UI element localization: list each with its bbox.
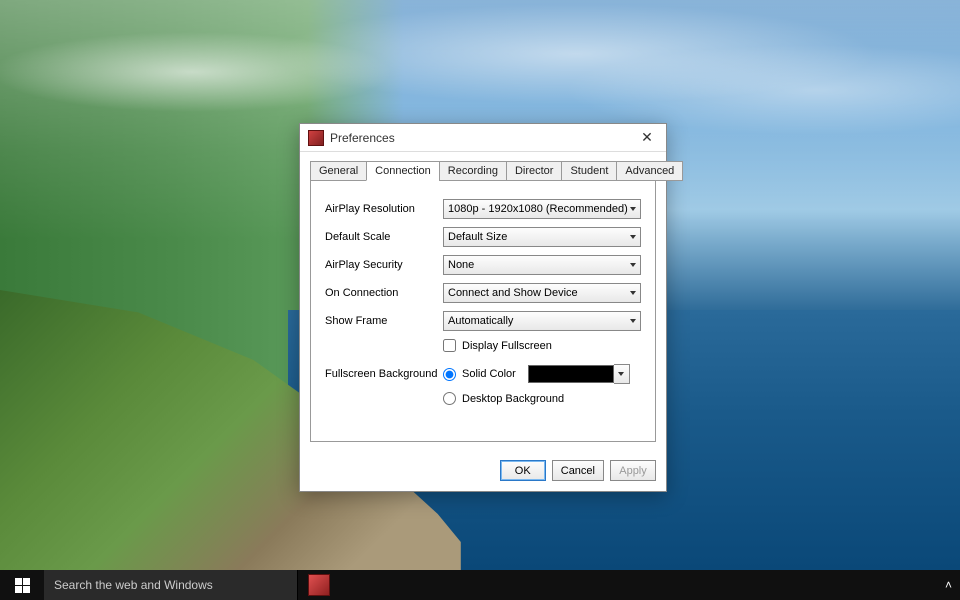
- dialog-buttons: OK Cancel Apply: [300, 452, 666, 491]
- checkbox-display-fullscreen[interactable]: Display Fullscreen: [443, 339, 641, 352]
- system-tray[interactable]: ˄: [937, 570, 960, 600]
- app-icon: [308, 130, 324, 146]
- combo-default-scale[interactable]: Default Size: [443, 227, 641, 247]
- taskbar: Search the web and Windows ˄: [0, 570, 960, 600]
- tab-student[interactable]: Student: [561, 161, 617, 181]
- label-on-connection: On Connection: [325, 287, 443, 299]
- tab-advanced[interactable]: Advanced: [616, 161, 683, 181]
- apply-button[interactable]: Apply: [610, 460, 656, 481]
- titlebar[interactable]: Preferences ✕: [300, 124, 666, 152]
- color-picker-button[interactable]: [614, 364, 630, 384]
- label-fullscreen-background: Fullscreen Background: [325, 368, 443, 380]
- label-airplay-resolution: AirPlay Resolution: [325, 203, 443, 215]
- checkbox-display-fullscreen-input[interactable]: [443, 339, 456, 352]
- app-icon: [308, 574, 330, 596]
- tab-connection[interactable]: Connection: [366, 161, 440, 181]
- tabstrip: General Connection Recording Director St…: [310, 161, 656, 181]
- tab-panel-connection: AirPlay Resolution 1080p - 1920x1080 (Re…: [310, 180, 656, 442]
- combo-show-frame[interactable]: Automatically: [443, 311, 641, 331]
- windows-logo-icon: [15, 578, 30, 593]
- start-button[interactable]: [0, 570, 44, 600]
- close-icon[interactable]: ✕: [636, 129, 658, 146]
- combo-airplay-security[interactable]: None: [443, 255, 641, 275]
- tab-general[interactable]: General: [310, 161, 367, 181]
- radio-solid-color-input[interactable]: [443, 368, 456, 381]
- color-swatch: [528, 365, 614, 383]
- combo-on-connection[interactable]: Connect and Show Device: [443, 283, 641, 303]
- label-default-scale: Default Scale: [325, 231, 443, 243]
- preferences-dialog: Preferences ✕ General Connection Recordi…: [299, 123, 667, 492]
- dialog-title: Preferences: [330, 131, 636, 145]
- tab-director[interactable]: Director: [506, 161, 563, 181]
- taskbar-search-placeholder: Search the web and Windows: [54, 578, 213, 592]
- combo-airplay-resolution[interactable]: 1080p - 1920x1080 (Recommended): [443, 199, 641, 219]
- taskbar-app-button[interactable]: [298, 570, 340, 600]
- cancel-button[interactable]: Cancel: [552, 460, 604, 481]
- tab-recording[interactable]: Recording: [439, 161, 507, 181]
- chevron-up-icon[interactable]: ˄: [945, 578, 952, 592]
- radio-desktop-background-input[interactable]: [443, 392, 456, 405]
- radio-solid-color[interactable]: Solid Color: [443, 364, 641, 384]
- label-show-frame: Show Frame: [325, 315, 443, 327]
- taskbar-search[interactable]: Search the web and Windows: [44, 570, 298, 600]
- label-airplay-security: AirPlay Security: [325, 259, 443, 271]
- ok-button[interactable]: OK: [500, 460, 546, 481]
- radio-desktop-background[interactable]: Desktop Background: [443, 392, 641, 405]
